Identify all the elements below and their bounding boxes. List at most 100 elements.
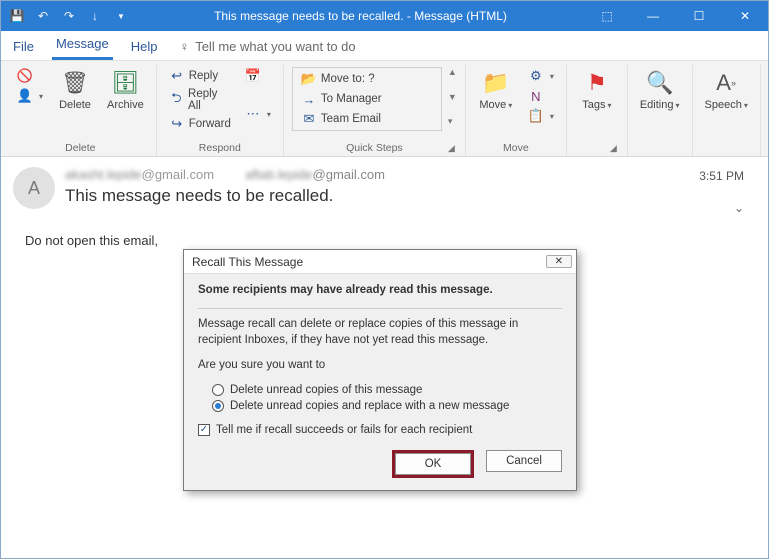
tags-launcher-icon[interactable]: ◢ (610, 143, 617, 154)
group-quicksteps-label: Quick Steps◢ (292, 142, 457, 156)
editing-icon: 🔍 (646, 69, 674, 97)
radio-icon (212, 384, 224, 396)
group-respond: ↩Reply ⮌Reply All ↪Forward 📅 ⋯▾ Respond (157, 65, 284, 156)
recall-dialog: Recall This Message ✕ Some recipients ma… (183, 249, 577, 491)
group-delete: 🚫 👤▾ 🗑 Delete 🗄 Archive Delete (5, 65, 157, 156)
collapse-header-icon[interactable]: ⌄ (734, 201, 744, 215)
tab-help[interactable]: Help (127, 33, 162, 60)
dialog-heading: Some recipients may have already read th… (198, 284, 562, 296)
ok-highlight: OK (392, 450, 474, 478)
dialog-description: Message recall can delete or replace cop… (198, 317, 562, 348)
save-icon[interactable]: 💾 (9, 8, 25, 24)
qat-dropdown-icon[interactable]: ▼ (113, 8, 129, 24)
move-folder-icon: 📁 (482, 69, 510, 97)
checkbox-tell-me[interactable]: ✓ Tell me if recall succeeds or fails fo… (198, 424, 562, 436)
editing-button[interactable]: 🔍 Editing▾ (636, 67, 684, 113)
group-respond-label: Respond (165, 142, 275, 156)
radio-delete-copies[interactable]: Delete unread copies of this message (212, 384, 562, 396)
group-delete-label: Delete (13, 142, 148, 156)
group-move-label: Move (474, 142, 558, 156)
ribbon-tabs: File Message Help ♀ Tell me what you wan… (1, 31, 768, 61)
window-controls: ⬚ — ☐ ✕ (584, 1, 768, 31)
folder-move-icon: 📂 (301, 71, 317, 87)
group-editing-label (636, 142, 684, 156)
from-line: akasht.lepide@gmail.com aftab.lepide@gma… (65, 167, 748, 182)
group-move: 📁 Move▾ ⚙▾ N 📋▾ Move (466, 65, 567, 156)
maximize-icon[interactable]: ☐ (676, 1, 722, 31)
quicksteps-launcher-icon[interactable]: ◢ (448, 143, 455, 154)
more-icon: ⋯ (245, 106, 261, 122)
archive-button[interactable]: 🗄 Archive (103, 67, 148, 113)
tab-message[interactable]: Message (52, 30, 113, 60)
forward-button[interactable]: ↪Forward (165, 115, 235, 133)
qs-tomanager[interactable]: →To Manager (297, 90, 437, 108)
to-domain: @gmail.com (313, 167, 385, 182)
reply-all-icon: ⮌ (169, 92, 184, 108)
window-title: This message needs to be recalled. - Mes… (137, 9, 584, 23)
dialog-divider (198, 308, 562, 309)
undo-icon[interactable]: ↶ (35, 8, 51, 24)
actions-button[interactable]: 📋▾ (524, 107, 558, 125)
reply-button[interactable]: ↩Reply (165, 67, 235, 85)
cancel-button[interactable]: Cancel (486, 450, 562, 472)
down-icon[interactable]: ↓ (87, 8, 103, 24)
rules-icon: ⚙ (528, 68, 544, 84)
speech-button[interactable]: A» Speech▾ (701, 67, 752, 113)
junk-button[interactable]: 👤▾ (13, 87, 47, 105)
rules-button[interactable]: ⚙▾ (524, 67, 558, 85)
trash-icon: 🗑 (61, 69, 89, 97)
avatar: A (13, 167, 55, 209)
dialog-title: Recall This Message (192, 255, 303, 269)
dialog-confirm: Are you sure you want to (198, 358, 562, 374)
onenote-icon: N (528, 88, 544, 104)
window-up-icon[interactable]: ⬚ (584, 1, 630, 31)
team-email-icon: ✉ (301, 111, 317, 127)
quick-access-toolbar: 💾 ↶ ↷ ↓ ▼ (1, 8, 137, 24)
close-icon[interactable]: ✕ (722, 1, 768, 31)
tags-button[interactable]: ⚑ Tags▾ (575, 67, 619, 113)
to-manager-icon: → (301, 91, 317, 107)
reply-icon: ↩ (169, 68, 185, 84)
dialog-close-button[interactable]: ✕ (546, 255, 572, 268)
qs-teamemail[interactable]: ✉Team Email (297, 110, 437, 128)
forward-icon: ↪ (169, 116, 185, 132)
gallery-down-icon[interactable]: ▼ (448, 92, 457, 102)
checkbox-checked-icon: ✓ (198, 424, 210, 436)
group-speech: A» Speech▾ (693, 65, 761, 156)
from-domain: @gmail.com (142, 167, 214, 182)
dialog-titlebar: Recall This Message ✕ (184, 250, 576, 274)
message-time: 3:51 PM (699, 169, 744, 183)
meeting-button[interactable]: 📅 (241, 67, 275, 85)
read-aloud-icon: A» (712, 69, 740, 97)
more-respond-button[interactable]: ⋯▾ (241, 105, 275, 123)
message-header: A akasht.lepide@gmail.com aftab.lepide@g… (1, 157, 768, 215)
tell-me-search[interactable]: ♀ Tell me what you want to do (175, 33, 359, 60)
group-quicksteps: 📂Move to: ? →To Manager ✉Team Email ▲ ▼ … (284, 65, 466, 156)
message-subject: This message needs to be recalled. (65, 186, 748, 206)
gallery-more-icon[interactable]: ▾ (448, 116, 457, 127)
group-tags-label: ◢ (575, 142, 619, 156)
reply-all-button[interactable]: ⮌Reply All (165, 87, 235, 113)
move-button[interactable]: 📁 Move▾ (474, 67, 518, 113)
flag-icon: ⚑ (583, 69, 611, 97)
from-local: akasht.lepide (65, 167, 142, 182)
group-tags: ⚑ Tags▾ ◢ (567, 65, 628, 156)
group-zoom: 🔍 Zoom Zoom (761, 65, 769, 156)
group-speech-label (701, 142, 752, 156)
archive-icon: 🗄 (111, 69, 139, 97)
redo-icon[interactable]: ↷ (61, 8, 77, 24)
radio-delete-replace[interactable]: Delete unread copies and replace with a … (212, 400, 562, 412)
tab-file[interactable]: File (9, 33, 38, 60)
minimize-icon[interactable]: — (630, 1, 676, 31)
qs-moveto[interactable]: 📂Move to: ? (297, 70, 437, 88)
delete-button[interactable]: 🗑 Delete (53, 67, 97, 113)
ignore-button[interactable]: 🚫 (13, 67, 47, 85)
onenote-button[interactable]: N (524, 87, 558, 105)
radio-selected-icon (212, 400, 224, 412)
tell-me-label: Tell me what you want to do (195, 39, 355, 54)
ok-button[interactable]: OK (395, 453, 471, 475)
quicksteps-gallery[interactable]: 📂Move to: ? →To Manager ✉Team Email (292, 67, 442, 131)
gallery-up-icon[interactable]: ▲ (448, 67, 457, 77)
lightbulb-icon: ♀ (179, 39, 189, 54)
title-bar: 💾 ↶ ↷ ↓ ▼ This message needs to be recal… (1, 1, 768, 31)
